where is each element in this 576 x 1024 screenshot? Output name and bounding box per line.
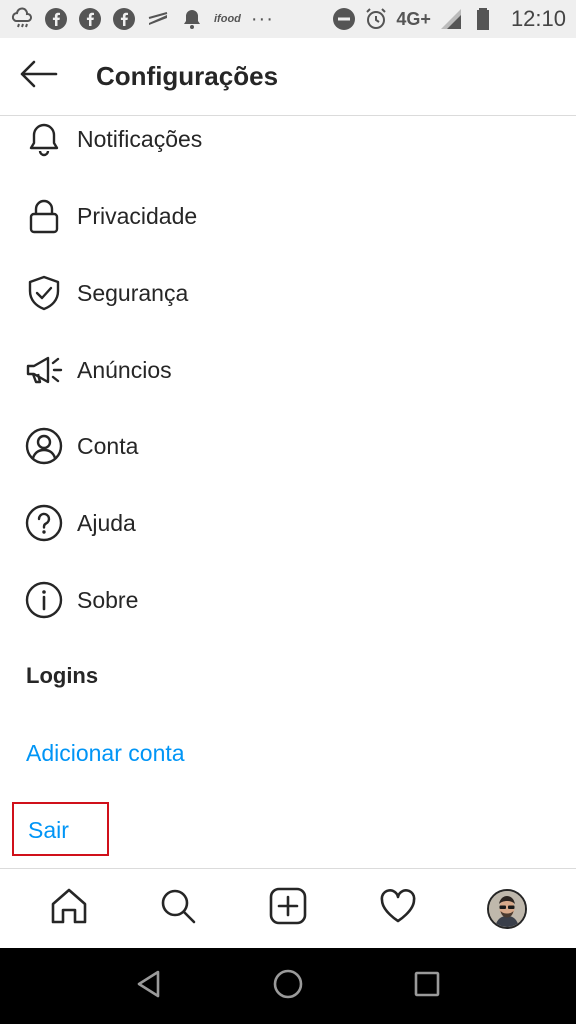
logout-highlight-box: Sair — [12, 802, 109, 856]
lock-icon — [24, 196, 64, 236]
battery-icon — [471, 7, 495, 31]
clock-time: 12:10 — [510, 6, 566, 31]
status-bar-system: 4G+ 12:10 — [332, 6, 566, 32]
facebook-icon — [44, 7, 68, 31]
system-home-button[interactable] — [258, 956, 318, 1016]
nav-home-button[interactable] — [39, 879, 99, 939]
top-app-bar: Configurações — [0, 38, 576, 116]
settings-item-label: Anúncios — [77, 356, 172, 383]
arrow-left-icon — [18, 59, 58, 94]
shield-check-icon — [24, 273, 64, 313]
system-back-button[interactable] — [119, 956, 179, 1016]
nav-new-post-button[interactable] — [258, 879, 318, 939]
network-type-label: 4G+ — [396, 8, 431, 29]
ifood-icon: ifood — [214, 13, 241, 25]
settings-item-label: Privacidade — [77, 202, 198, 229]
nav-activity-button[interactable] — [368, 879, 428, 939]
nav-profile-button[interactable] — [477, 879, 537, 939]
more-notifications-indicator: ··· — [250, 7, 274, 30]
facebook-icon — [112, 7, 136, 31]
back-button[interactable] — [0, 38, 76, 116]
cloud-rain-icon — [10, 7, 34, 31]
bell-icon — [24, 119, 64, 159]
nav-search-button[interactable] — [148, 879, 208, 939]
settings-item-ads[interactable]: Anúncios — [0, 338, 576, 402]
bell-icon — [180, 7, 204, 31]
account-circle-icon — [24, 426, 64, 466]
logout-link[interactable]: Sair — [28, 817, 69, 844]
avatar — [487, 888, 528, 929]
triangle-back-icon — [134, 969, 164, 1004]
heart-icon — [378, 886, 418, 931]
page-title: Configurações — [96, 61, 279, 91]
system-recents-button[interactable] — [397, 956, 457, 1016]
flag-icon — [146, 7, 170, 31]
do-not-disturb-icon — [332, 7, 356, 31]
settings-item-security[interactable]: Segurança — [0, 261, 576, 325]
settings-item-privacy[interactable]: Privacidade — [0, 184, 576, 248]
settings-item-label: Segurança — [77, 279, 189, 306]
settings-item-about[interactable]: Sobre — [0, 568, 576, 632]
square-recents-icon — [413, 970, 441, 1003]
settings-item-label: Sobre — [77, 586, 139, 613]
add-account-link[interactable]: Adicionar conta — [26, 740, 185, 767]
settings-item-label: Conta — [77, 432, 139, 459]
system-navigation-bar — [0, 948, 576, 1024]
megaphone-icon — [24, 350, 64, 390]
status-bar-notifications: ifood ··· — [10, 7, 274, 31]
alarm-icon — [364, 7, 388, 31]
info-circle-icon — [24, 580, 64, 620]
search-icon — [158, 886, 198, 931]
home-icon — [49, 886, 89, 931]
facebook-icon — [78, 7, 102, 31]
status-bar: ifood ··· 4G+ 12:10 — [0, 0, 576, 38]
settings-item-account[interactable]: Conta — [0, 414, 576, 478]
circle-home-icon — [272, 968, 304, 1005]
settings-item-notifications[interactable]: Notificações — [0, 107, 576, 171]
settings-item-label: Ajuda — [77, 509, 136, 536]
signal-icon — [439, 7, 463, 31]
bottom-navigation — [0, 868, 576, 948]
settings-item-label: Notificações — [77, 125, 203, 152]
logins-heading: Logins — [26, 663, 99, 688]
settings-item-help[interactable]: Ajuda — [0, 491, 576, 555]
help-circle-icon — [24, 503, 64, 543]
plus-square-icon — [268, 886, 308, 931]
